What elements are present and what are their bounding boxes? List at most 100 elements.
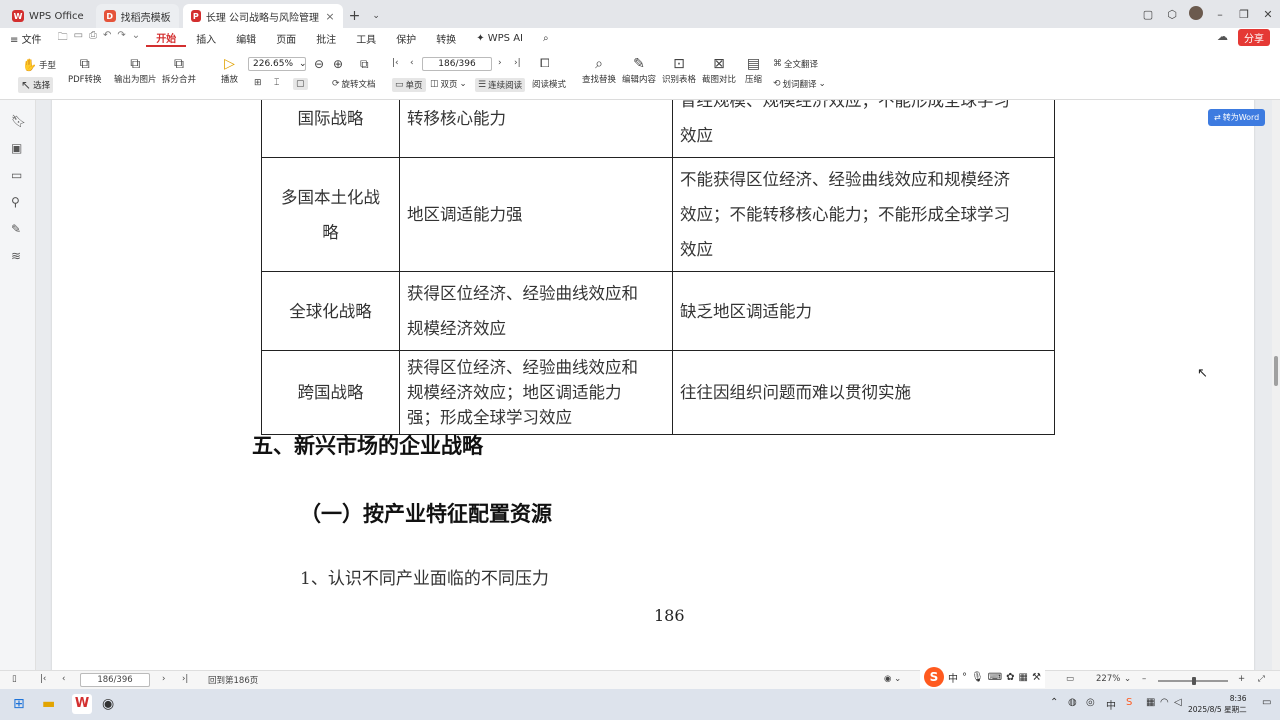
wifi-icon[interactable]: ◠ — [1160, 697, 1169, 708]
menu-protect[interactable]: 保护 — [386, 31, 426, 46]
single-page-button[interactable]: ▭ 单页 — [392, 78, 426, 92]
eye-protect-icon[interactable]: ◉ ⌄ — [884, 674, 901, 684]
media-app-icon[interactable]: ◉ — [102, 696, 114, 712]
full-translate-button[interactable]: ⌘ 全文翻译 — [773, 58, 818, 70]
zoom-select[interactable]: 226.65% ⌄ — [248, 57, 307, 71]
fit-height-button[interactable]: ⌶ — [274, 78, 279, 88]
zoom-in-button[interactable]: ⊕ — [333, 57, 343, 71]
apps-icon[interactable]: ▦ — [1019, 672, 1028, 683]
thumbnail-icon[interactable]: ▣ — [11, 141, 22, 155]
zoom-slider[interactable] — [1158, 677, 1228, 685]
maximize-button[interactable]: ❐ — [1232, 8, 1256, 21]
chevron-down-icon[interactable]: ⌄ — [1124, 674, 1131, 684]
document-viewport[interactable]: 国际战略 转移核心能力 曾经规模、规模经济效应；不能形成全球学习 效应 多国本土化… — [36, 100, 1272, 670]
share-button[interactable]: 分享 — [1238, 29, 1270, 46]
edit-content-button[interactable]: ✎ 编辑内容 — [622, 56, 656, 85]
convert-to-word-button[interactable]: ⇄ 转为Word — [1208, 109, 1266, 126]
read-mode-button[interactable]: 阅读模式 — [532, 78, 566, 90]
read-mode-icon-button[interactable]: ⧠ — [540, 56, 550, 71]
menu-annotate[interactable]: 批注 — [306, 31, 346, 46]
tab-wps-office[interactable]: W WPS Office — [4, 4, 92, 28]
signature-icon[interactable]: ✎ — [11, 222, 21, 236]
last-page-icon[interactable]: ›| — [182, 674, 188, 684]
select-tool-button[interactable]: ↖ 选择 — [18, 77, 54, 93]
tray-app-icon[interactable]: ◍ — [1068, 697, 1077, 708]
menu-edit[interactable]: 编辑 — [226, 31, 266, 46]
tray-sogou-icon[interactable]: S — [1126, 697, 1132, 708]
rotate-document-button[interactable]: ⟳ 旋转文档 — [332, 78, 376, 90]
hand-tool-button[interactable]: ✋ 手型 — [22, 58, 56, 72]
tab-list-chevron-icon[interactable]: ⌄ — [366, 4, 386, 28]
zoom-out-button[interactable]: ⊖ — [314, 57, 324, 71]
goto-page-link[interactable]: 回到第186页 — [208, 674, 258, 686]
fit-width-button[interactable]: ⊞ — [254, 78, 262, 88]
fullscreen-icon[interactable]: ⤢ — [1258, 674, 1265, 684]
menu-file[interactable]: ≡ 文件 — [0, 31, 52, 46]
single-page-view-icon[interactable]: ▭ — [1066, 674, 1074, 684]
zoom-slider-knob[interactable] — [1192, 677, 1196, 685]
menu-home[interactable]: 开始 — [146, 30, 187, 47]
skin-icon[interactable]: ⬡ — [1160, 8, 1184, 21]
play-button[interactable]: ▷ 播放 — [221, 56, 238, 85]
minimize-button[interactable]: – — [1208, 8, 1232, 21]
close-button[interactable]: ✕ — [1256, 8, 1280, 21]
pdf-convert-button[interactable]: ⧉ PDF转换 — [68, 56, 102, 85]
prev-page-icon[interactable]: ‹ — [62, 674, 65, 684]
menu-page[interactable]: 页面 — [266, 31, 306, 46]
notification-icon[interactable]: ▭ — [1262, 697, 1271, 708]
menu-wps-ai[interactable]: ✦ WPS AI — [466, 33, 533, 44]
volume-icon[interactable]: ◁ — [1174, 697, 1182, 708]
status-zoom[interactable]: 227% — [1096, 674, 1120, 684]
page-number-input[interactable]: 186/396 — [422, 57, 492, 71]
new-tab-button[interactable]: + — [343, 4, 367, 28]
find-replace-button[interactable]: ⌕ 查找替换 — [582, 56, 616, 85]
attachment-icon[interactable]: ⚲ — [11, 195, 20, 209]
fit-page-button[interactable]: ⧉ — [360, 57, 369, 72]
comment-icon[interactable]: ▭ — [11, 168, 22, 182]
status-page-input[interactable]: 186/396 — [80, 673, 150, 687]
skin-icon[interactable]: ✿ — [1006, 672, 1014, 683]
scrollbar-thumb[interactable] — [1274, 356, 1278, 386]
last-page-button[interactable]: ›| — [514, 58, 521, 68]
tray-app-icon-2[interactable]: ◎ — [1086, 697, 1095, 708]
close-tab-icon[interactable]: × — [325, 10, 334, 23]
save-icon[interactable]: ▭ — [74, 30, 83, 47]
menu-convert[interactable]: 转换 — [426, 31, 466, 46]
word-translate-button[interactable]: ⟲ 划词翻译 ⌄ — [773, 78, 826, 90]
more-chevron-icon[interactable]: ⌄ — [132, 30, 140, 47]
keyboard-icon[interactable]: ⌨ — [988, 672, 1002, 683]
menu-tools[interactable]: 工具 — [346, 31, 386, 46]
layers-icon[interactable]: ≋ — [11, 249, 21, 263]
window-layout-icon[interactable]: ▢ — [1136, 8, 1160, 21]
ime-punct[interactable]: ° — [962, 672, 967, 683]
open-icon[interactable]: 🗀 — [58, 30, 68, 47]
compress-button[interactable]: ▤ 压缩 — [745, 56, 762, 85]
redo-icon[interactable]: ↷ — [117, 30, 125, 47]
continuous-read-button[interactable]: ☰ 连续阅读 — [475, 78, 526, 92]
ime-chinese-mode[interactable]: 中 — [948, 670, 958, 685]
sidebar-toggle-icon[interactable]: ▯ — [12, 674, 17, 684]
double-page-button[interactable]: ◫ 双页 ⌄ — [430, 78, 467, 90]
actual-size-button[interactable]: ▢ — [293, 78, 308, 90]
split-merge-button[interactable]: ⧉ 拆分合并 — [162, 56, 196, 85]
microphone-icon[interactable]: 🎙︎ — [971, 672, 984, 683]
export-image-button[interactable]: ⧉ 输出为图片 — [114, 56, 157, 85]
bookmark-icon[interactable]: 🔖︎ — [11, 114, 26, 128]
system-clock[interactable]: 8:36 2025/8/5 星期二 — [1188, 693, 1247, 715]
wps-taskbar-icon[interactable]: W — [72, 694, 92, 714]
next-page-button[interactable]: › — [498, 58, 502, 68]
cloud-sync-icon[interactable]: ☁ — [1217, 30, 1228, 43]
tray-keyboard-icon[interactable]: ▦ — [1146, 697, 1155, 708]
toolbox-icon[interactable]: ⚒ — [1032, 672, 1041, 683]
search-icon[interactable]: ⌕ — [533, 33, 559, 44]
avatar[interactable] — [1184, 5, 1208, 23]
sogou-logo-icon[interactable]: S — [924, 667, 944, 687]
windows-start-icon[interactable]: ⊞ — [13, 696, 25, 712]
tray-overflow-icon[interactable]: ⌃ — [1050, 697, 1058, 708]
menu-insert[interactable]: 插入 — [186, 31, 226, 46]
recognize-table-button[interactable]: ⊡ 识别表格 — [662, 56, 696, 85]
tab-template[interactable]: D 找稻壳模板 — [95, 4, 179, 28]
vertical-scrollbar[interactable] — [1272, 100, 1280, 670]
next-page-icon[interactable]: › — [162, 674, 165, 684]
undo-icon[interactable]: ↶ — [103, 30, 111, 47]
